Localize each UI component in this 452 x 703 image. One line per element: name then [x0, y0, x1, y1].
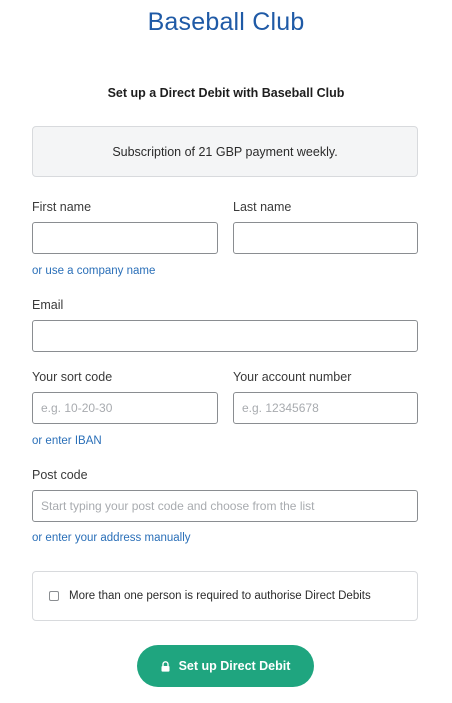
- multiple-signatories-text: More than one person is required to auth…: [69, 590, 371, 602]
- sort-code-input[interactable]: [32, 392, 218, 424]
- lock-icon: [161, 660, 170, 672]
- first-name-input[interactable]: [32, 222, 218, 254]
- set-up-direct-debit-button[interactable]: Set up Direct Debit: [137, 645, 314, 687]
- multiple-signatories-checkbox[interactable]: [49, 591, 59, 601]
- post-code-input[interactable]: [32, 490, 418, 522]
- account-number-input[interactable]: [233, 392, 418, 424]
- brand-title: Baseball Club: [147, 8, 305, 36]
- payment-summary-text: Subscription of 21 GBP payment weekly.: [112, 144, 338, 159]
- post-code-label: Post code: [32, 468, 88, 482]
- manual-address-link[interactable]: or enter your address manually: [32, 532, 191, 544]
- last-name-input[interactable]: [233, 222, 418, 254]
- set-up-direct-debit-label: Set up Direct Debit: [178, 659, 291, 673]
- page-subtitle: Set up a Direct Debit with Baseball Club: [107, 86, 345, 100]
- first-name-label: First name: [32, 200, 92, 214]
- sort-code-label: Your sort code: [32, 370, 113, 384]
- payment-summary: Subscription of 21 GBP payment weekly.: [32, 126, 418, 177]
- email-input[interactable]: [32, 320, 418, 352]
- multiple-signatories-option[interactable]: More than one person is required to auth…: [32, 571, 418, 621]
- company-name-link[interactable]: or use a company name: [32, 265, 155, 277]
- iban-link[interactable]: or enter IBAN: [32, 435, 102, 447]
- account-number-label: Your account number: [233, 370, 352, 384]
- email-label: Email: [32, 298, 64, 312]
- last-name-label: Last name: [233, 200, 292, 214]
